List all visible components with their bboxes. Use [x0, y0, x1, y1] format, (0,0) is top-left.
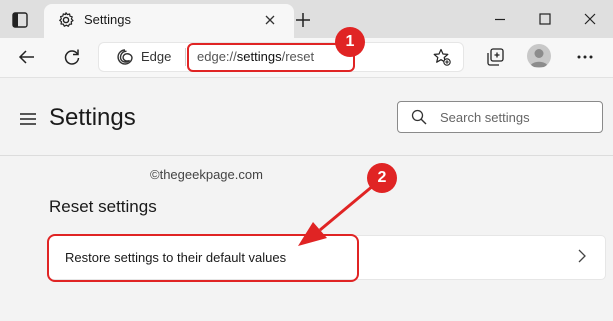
more-options-ellipsis-icon[interactable] [574, 46, 596, 68]
watermark-text: ©thegeekpage.com [150, 167, 263, 182]
profile-avatar-icon[interactable] [527, 44, 551, 68]
url-highlight-box [187, 43, 355, 72]
search-icon [411, 109, 427, 125]
back-arrow-icon[interactable] [16, 46, 38, 68]
site-identity-label[interactable]: Edge [141, 49, 171, 64]
new-tab-plus-icon[interactable] [293, 10, 313, 30]
minimize-icon[interactable] [490, 9, 510, 29]
header-divider [0, 155, 613, 156]
tab-close-icon[interactable] [262, 12, 278, 28]
address-divider [185, 48, 186, 66]
tab-actions-menu-icon[interactable] [10, 10, 30, 30]
step-badge-2: 2 [367, 163, 397, 193]
add-favorite-star-icon[interactable] [432, 47, 452, 67]
edge-logo-icon [116, 48, 134, 66]
search-settings-input[interactable] [440, 109, 595, 125]
gear-icon [57, 11, 75, 29]
maximize-icon[interactable] [535, 9, 555, 29]
tab-title: Settings [84, 12, 131, 27]
chevron-right-icon [576, 249, 588, 263]
refresh-icon[interactable] [61, 46, 83, 68]
close-window-icon[interactable] [580, 9, 600, 29]
tab-settings[interactable] [44, 4, 294, 38]
collections-icon[interactable] [484, 46, 506, 68]
section-title: Reset settings [49, 197, 157, 216]
step-badge-1: 1 [335, 27, 365, 57]
hamburger-menu-icon[interactable] [20, 112, 36, 125]
page-title: Settings [49, 104, 136, 131]
restore-row-highlight-box [47, 234, 359, 282]
